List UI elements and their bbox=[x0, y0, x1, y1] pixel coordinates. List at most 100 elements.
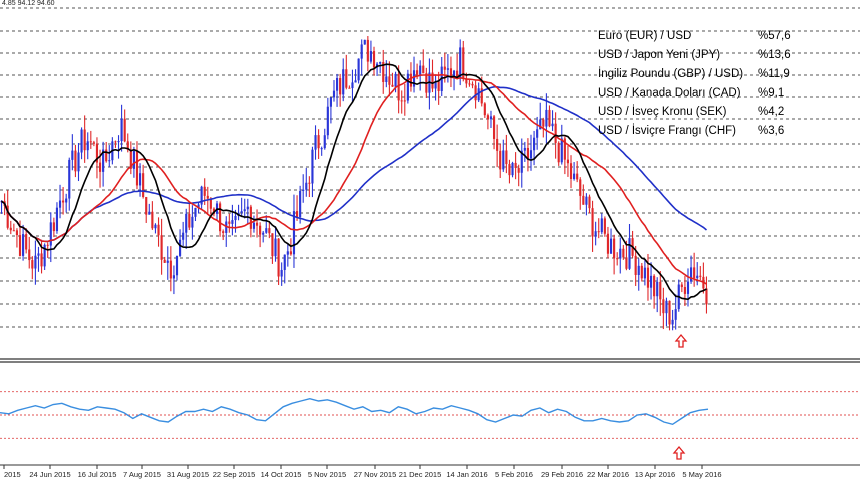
x-tick-label: 22 Sep 2015 bbox=[213, 470, 256, 479]
legend-percent: %57,6 bbox=[758, 30, 791, 42]
candle-body bbox=[360, 44, 363, 59]
legend-row: USD / Japon Yeni (JPY) %13,6 bbox=[598, 46, 798, 65]
candle-body bbox=[689, 267, 693, 282]
legend-label: İngiliz Poundu (GBP) / USD) bbox=[598, 68, 744, 80]
candle-body bbox=[28, 249, 31, 261]
candle-body bbox=[357, 58, 360, 81]
candle-body bbox=[277, 238, 280, 277]
candle-body bbox=[299, 190, 302, 217]
candle-body bbox=[526, 147, 529, 159]
candle-body bbox=[474, 85, 477, 101]
x-tick-label: 7 Aug 2015 bbox=[123, 470, 161, 479]
candle-body bbox=[37, 253, 40, 256]
legend-row: USD / İsviçre Frangı (CHF) %3,6 bbox=[598, 122, 798, 141]
candle-body bbox=[280, 269, 283, 277]
candle-body bbox=[114, 141, 117, 143]
candle-body bbox=[240, 211, 243, 213]
candle-body bbox=[409, 73, 413, 87]
candle-body bbox=[668, 300, 671, 325]
candle-body bbox=[142, 173, 145, 197]
currency-weights-legend: Euro (EUR) / USD %57,6 USD / Japon Yeni (… bbox=[598, 27, 798, 141]
candle-body bbox=[71, 150, 74, 160]
oscillator-line bbox=[0, 397, 709, 426]
candle-body bbox=[406, 73, 409, 101]
legend-percent: %13,6 bbox=[758, 49, 791, 61]
candle-body bbox=[265, 228, 268, 233]
candle-body bbox=[403, 100, 406, 102]
candle-body bbox=[105, 149, 108, 162]
candle-body bbox=[459, 47, 462, 78]
x-tick-label: 24 Jun 2015 bbox=[29, 470, 70, 479]
oscillator-levels bbox=[0, 391, 860, 439]
candle-body bbox=[489, 116, 493, 120]
x-tick-label: 22 Mar 2016 bbox=[587, 470, 629, 479]
candle-body bbox=[332, 90, 336, 98]
candle-body bbox=[52, 222, 55, 232]
candle-body bbox=[606, 233, 610, 254]
candle-body bbox=[686, 281, 690, 294]
candle-body bbox=[554, 123, 557, 143]
candle-body bbox=[154, 224, 157, 229]
candle-body bbox=[320, 148, 323, 150]
candle-body bbox=[326, 106, 329, 136]
candle-body bbox=[292, 211, 296, 255]
candle-body bbox=[486, 115, 489, 120]
candle-body bbox=[505, 150, 508, 165]
arrow-up-icon bbox=[672, 445, 686, 460]
candle-body bbox=[502, 150, 505, 170]
candle-body bbox=[514, 162, 517, 169]
candle-body bbox=[545, 109, 548, 127]
legend-row: Euro (EUR) / USD %57,6 bbox=[598, 27, 798, 46]
candle-body bbox=[379, 62, 382, 64]
candle-body bbox=[646, 267, 650, 288]
legend-row: İngiliz Poundu (GBP) / USD) %11,9 bbox=[598, 65, 798, 84]
candle-body bbox=[22, 234, 25, 256]
candle-body bbox=[308, 182, 311, 184]
candle-body bbox=[634, 255, 637, 275]
candle-body bbox=[145, 196, 148, 215]
x-axis-ticks: 2015 24 Jun 2015 16 Jul 2015 7 Aug 2015 31 A… bbox=[3, 465, 722, 479]
candle-body bbox=[77, 152, 80, 172]
candle-body bbox=[492, 116, 496, 139]
candle-body bbox=[354, 80, 357, 83]
candle-body bbox=[163, 259, 166, 263]
candle-body bbox=[443, 66, 446, 70]
candle-body bbox=[388, 76, 391, 85]
candle-body bbox=[542, 119, 545, 127]
x-tick-label: 27 Nov 2015 bbox=[354, 470, 397, 479]
candle-body bbox=[394, 73, 397, 87]
candle-body bbox=[471, 83, 474, 86]
candle-body bbox=[194, 207, 197, 217]
candle-body bbox=[680, 284, 683, 288]
candle-body bbox=[120, 118, 123, 142]
candle-body bbox=[579, 179, 582, 196]
candle-body bbox=[391, 84, 394, 87]
candle-body bbox=[169, 260, 172, 279]
candle-body bbox=[613, 238, 616, 259]
candle-body bbox=[348, 87, 351, 89]
candle-body bbox=[385, 76, 388, 83]
x-tick-label: 21 Dec 2015 bbox=[399, 470, 442, 479]
candle-body bbox=[369, 51, 373, 62]
candle-body bbox=[25, 234, 28, 250]
candle-body bbox=[705, 288, 708, 305]
candle-body bbox=[123, 118, 126, 142]
candle-body bbox=[517, 168, 520, 173]
legend-percent: %4,2 bbox=[758, 106, 785, 118]
candle-body bbox=[616, 258, 619, 260]
candle-body bbox=[576, 173, 579, 180]
candle-body bbox=[40, 253, 43, 267]
candle-body bbox=[182, 232, 185, 240]
candle-body bbox=[175, 255, 179, 276]
candle-body bbox=[274, 238, 277, 257]
candle-body bbox=[89, 141, 92, 143]
candle-body bbox=[329, 97, 332, 107]
candle-body bbox=[234, 215, 237, 221]
arrow-up-icon bbox=[674, 333, 688, 348]
candle-body bbox=[483, 103, 486, 116]
candle-body bbox=[619, 248, 622, 259]
ohlc-readout: 4.85 94.12 94.60 bbox=[2, 0, 55, 7]
candle-body bbox=[345, 69, 348, 88]
candle-body bbox=[74, 150, 77, 172]
candle-body bbox=[46, 244, 49, 246]
